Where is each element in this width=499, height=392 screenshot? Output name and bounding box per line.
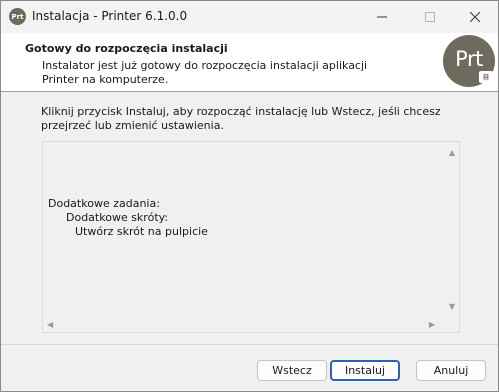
scroll-down-icon[interactable]: ▼	[449, 302, 455, 311]
ready-memo[interactable]: Dodatkowe zadania: Dodatkowe skróty: Utw…	[42, 141, 460, 333]
scroll-left-icon[interactable]: ◀	[47, 320, 53, 329]
scroll-up-icon[interactable]: ▲	[449, 148, 455, 157]
page-title: Gotowy do rozpoczęcia instalacji	[25, 42, 228, 55]
intro-text: Kliknij przycisk Instaluj, aby rozpocząć…	[41, 105, 441, 132]
app-icon: Prt	[9, 8, 26, 25]
install-button[interactable]: Instaluj	[330, 360, 400, 381]
maximize-button[interactable]	[407, 1, 453, 33]
close-icon	[470, 12, 480, 22]
minimize-icon	[377, 16, 387, 18]
maximize-icon	[425, 12, 435, 22]
installer-window: Prt Instalacja - Printer 6.1.0.0 Gotowy …	[0, 0, 499, 392]
window-title: Instalacja - Printer 6.1.0.0	[32, 9, 188, 23]
logo-text: Prt	[455, 47, 483, 71]
page-description: Instalator jest już gotowy do rozpoczęci…	[42, 59, 368, 86]
memo-line: Utwórz skrót na pulpicie	[75, 225, 208, 238]
close-button[interactable]	[452, 1, 498, 33]
minimize-button[interactable]	[359, 1, 405, 33]
memo-line: Dodatkowe skróty:	[66, 211, 169, 224]
app-logo: Prt ䷳	[443, 35, 495, 87]
memo-line: Dodatkowe zadania:	[48, 197, 160, 210]
logo-badge-icon: ䷳	[479, 71, 493, 83]
title-bar: Prt Instalacja - Printer 6.1.0.0	[1, 1, 498, 33]
wizard-header: Gotowy do rozpoczęcia instalacji Instala…	[1, 33, 498, 91]
footer-divider	[1, 344, 498, 345]
scroll-right-icon[interactable]: ▶	[429, 320, 435, 329]
cancel-button[interactable]: Anuluj	[416, 360, 486, 381]
memo-content: Dodatkowe zadania: Dodatkowe skróty: Utw…	[48, 197, 208, 239]
back-button[interactable]: Wstecz	[257, 360, 327, 381]
header-divider	[1, 91, 498, 92]
